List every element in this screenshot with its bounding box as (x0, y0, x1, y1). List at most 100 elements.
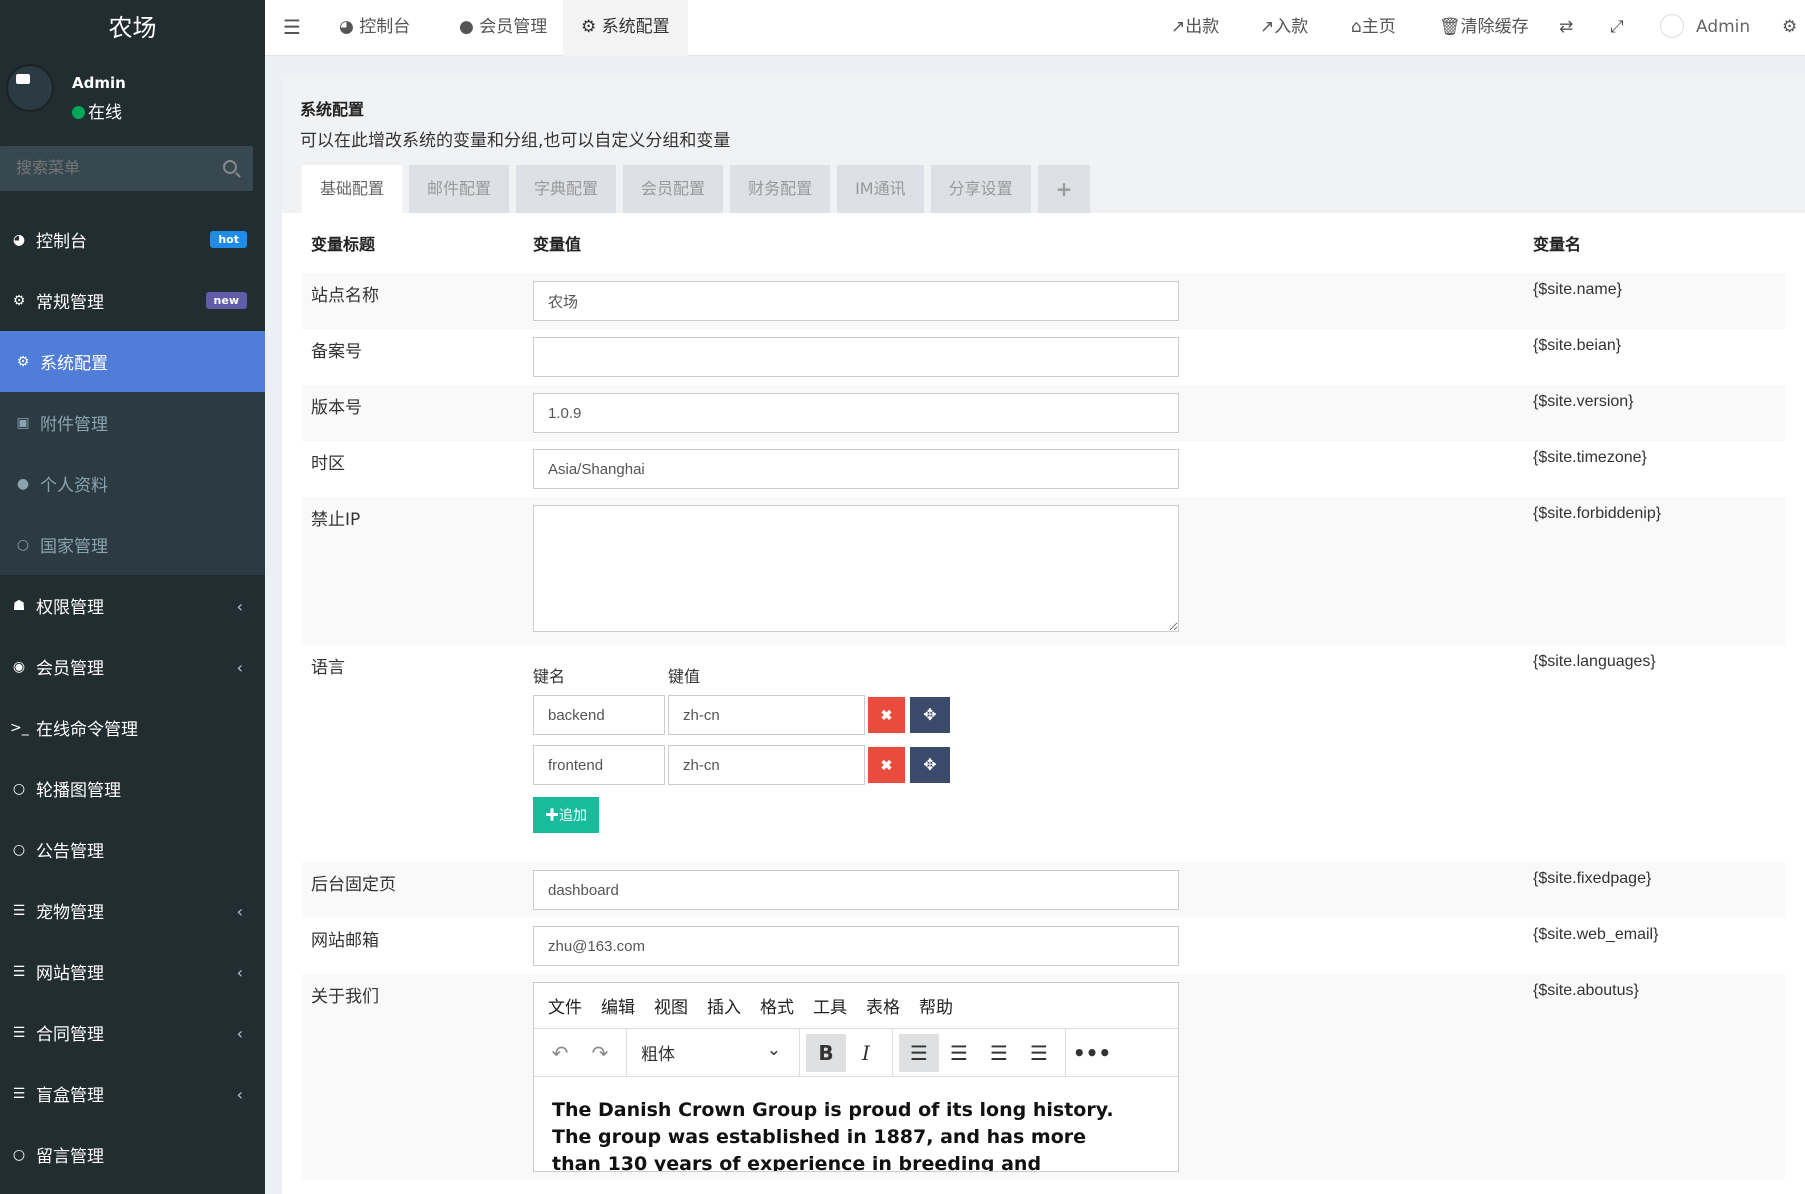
sidebar-item-command[interactable]: >_ 在线命令管理 (0, 697, 265, 758)
tab-member[interactable]: ● 会员管理 (445, 0, 561, 56)
top-navbar: ☰ ◕ 控制台 ● 会员管理 ⚙ 系统配置 ↗出款 ↗入款 ⌂主页 🗑清除缓存 … (265, 0, 1805, 56)
undo-icon[interactable]: ↶ (540, 1034, 580, 1072)
table-row: 语言 键名键值 ✖ ✥ ✖ ✥ ✚追加 {$site.languages} (302, 645, 1785, 862)
header-name: 变量名 (1533, 235, 1582, 254)
fullscreen-icon[interactable]: ⤢ (1610, 0, 1624, 56)
tab-share[interactable]: 分享设置 (930, 165, 1031, 213)
tab-member[interactable]: 会员配置 (623, 165, 724, 213)
language-key-input[interactable] (533, 695, 665, 735)
sidebar-item-banner[interactable]: ○ 轮播图管理 (0, 758, 265, 819)
settings-icon[interactable]: ⚙ (1782, 0, 1797, 56)
image-icon: ▣ (16, 414, 30, 431)
align-left-icon[interactable]: ☰ (899, 1033, 939, 1072)
version-input[interactable] (533, 393, 1179, 433)
page-subtitle: 可以在此增改系统的变量和分组,也可以自定义分组和变量 (300, 131, 731, 151)
page-title: 系统配置 (300, 100, 365, 119)
link-deposit[interactable]: ↗入款 (1260, 0, 1308, 56)
site-name-input[interactable] (533, 281, 1179, 321)
sidebar-item-config[interactable]: ⚙ 系统配置 (0, 331, 265, 392)
bold-button[interactable]: B (806, 1033, 846, 1072)
tab-im[interactable]: IM通讯 (837, 165, 924, 213)
fixed-page-input[interactable] (533, 870, 1179, 910)
general-submenu: ⚙ 系统配置 ▣ 附件管理 ● 个人资料 ○ 国家管理 (0, 331, 265, 575)
menu-help[interactable]: 帮助 (919, 993, 953, 1018)
sidebar-item-contract[interactable]: ☰ 合同管理 ‹ (0, 1002, 265, 1063)
sidebar-item-blindbox[interactable]: ☰ 盲盒管理 ‹ (0, 1063, 265, 1124)
link-withdraw[interactable]: ↗出款 (1171, 0, 1219, 56)
sidebar-item-website[interactable]: ☰ 网站管理 ‹ (0, 941, 265, 1002)
editor-toolbar: ↶ ↷ 粗体 ⌄ B I ☰ ☰ ☰ ☰ ••• (534, 1028, 1178, 1077)
link-home[interactable]: ⌂主页 (1351, 0, 1396, 56)
align-center-icon[interactable]: ☰ (939, 1034, 979, 1072)
more-icon[interactable]: ••• (1072, 1034, 1112, 1072)
sidebar-item-auth[interactable]: ☗ 权限管理 ‹ (0, 575, 265, 636)
table-row: 后台固定页 {$site.fixedpage} (302, 862, 1785, 918)
tab-basic[interactable]: 基础配置 (302, 165, 403, 213)
timezone-input[interactable] (533, 449, 1179, 489)
menu-table[interactable]: 表格 (866, 993, 900, 1018)
append-button[interactable]: ✚追加 (533, 797, 599, 833)
circle-icon: ○ (16, 536, 30, 553)
menu-view[interactable]: 视图 (654, 993, 688, 1018)
user-status: 在线 (72, 98, 122, 123)
remove-row-button[interactable]: ✖ (868, 697, 905, 733)
language-key-input[interactable] (533, 745, 665, 785)
avatar (6, 64, 54, 112)
user-menu[interactable]: Admin (1660, 0, 1750, 56)
list-icon: ☰ (12, 963, 26, 980)
redo-icon[interactable]: ↷ (580, 1034, 620, 1072)
sidebar-item-general[interactable]: ⚙ 常规管理 new (0, 270, 265, 331)
tab-dashboard[interactable]: ◕ 控制台 (325, 0, 424, 56)
link-clear-cache[interactable]: 🗑清除缓存 (1439, 0, 1529, 56)
sidebar-item-pet[interactable]: ☰ 宠物管理 ‹ (0, 880, 265, 941)
align-right-icon[interactable]: ☰ (979, 1034, 1019, 1072)
sidebar-item-profile[interactable]: ● 个人资料 (0, 453, 265, 514)
dashboard-icon: ◕ (339, 17, 360, 37)
tab-dictionary[interactable]: 字典配置 (516, 165, 617, 213)
sidebar-item-attachment[interactable]: ▣ 附件管理 (0, 392, 265, 453)
menu-file[interactable]: 文件 (548, 993, 582, 1018)
forbidden-ip-textarea[interactable] (533, 505, 1179, 632)
align-justify-icon[interactable]: ☰ (1019, 1034, 1059, 1072)
hot-badge: hot (210, 231, 247, 248)
sidebar-item-member[interactable]: ◉ 会员管理 ‹ (0, 636, 265, 697)
sidebar-item-country[interactable]: ○ 国家管理 (0, 514, 265, 575)
editor-content[interactable]: The Danish Crown Group is proud of its l… (534, 1077, 1178, 1171)
sidebar-item-message[interactable]: ○ 留言管理 (0, 1124, 265, 1185)
language-value-input[interactable] (668, 745, 865, 785)
trash-icon: 🗑 (1439, 17, 1461, 37)
menu-search-input[interactable] (0, 146, 253, 191)
web-email-input[interactable] (533, 926, 1179, 966)
config-tabs: 基础配置 邮件配置 字典配置 会员配置 财务配置 IM通讯 分享设置 + (302, 165, 1097, 213)
app-logo[interactable]: 农场 (0, 0, 265, 56)
gear-icon: ⚙ (581, 17, 602, 37)
menu-insert[interactable]: 插入 (707, 993, 741, 1018)
row-label: 版本号 (302, 385, 524, 441)
menu-format[interactable]: 格式 (760, 993, 794, 1018)
chevron-left-icon: ‹ (236, 1024, 243, 1043)
table-row: 版本号 {$site.version} (302, 385, 1785, 441)
chevron-left-icon: ‹ (236, 963, 243, 982)
sidebar-item-notice[interactable]: ○ 公告管理 (0, 819, 265, 880)
remove-row-button[interactable]: ✖ (868, 747, 905, 783)
menu-toggle-icon[interactable]: ☰ (283, 0, 301, 56)
tab-finance[interactable]: 财务配置 (730, 165, 831, 213)
menu-tools[interactable]: 工具 (813, 993, 847, 1018)
italic-button[interactable]: I (846, 1034, 886, 1072)
tab-config[interactable]: ⚙ 系统配置 (563, 0, 688, 56)
external-link-icon: ↗ (1260, 17, 1275, 37)
tab-email[interactable]: 邮件配置 (409, 165, 510, 213)
sidebar-item-dashboard[interactable]: ◕ 控制台 hot (0, 209, 265, 270)
table-row: 时区 {$site.timezone} (302, 441, 1785, 497)
beian-input[interactable] (533, 337, 1179, 377)
terminal-icon: >_ (10, 719, 29, 736)
format-select[interactable]: 粗体 ⌄ (633, 1040, 793, 1065)
drag-handle-button[interactable]: ✥ (910, 697, 950, 733)
menu-edit[interactable]: 编辑 (601, 993, 635, 1018)
translate-icon[interactable]: ⇄ (1559, 0, 1573, 56)
language-value-input[interactable] (668, 695, 865, 735)
add-tab-button[interactable]: + (1037, 165, 1091, 213)
search-icon[interactable] (223, 160, 237, 174)
home-icon: ⌂ (1351, 17, 1362, 37)
drag-handle-button[interactable]: ✥ (910, 747, 950, 783)
